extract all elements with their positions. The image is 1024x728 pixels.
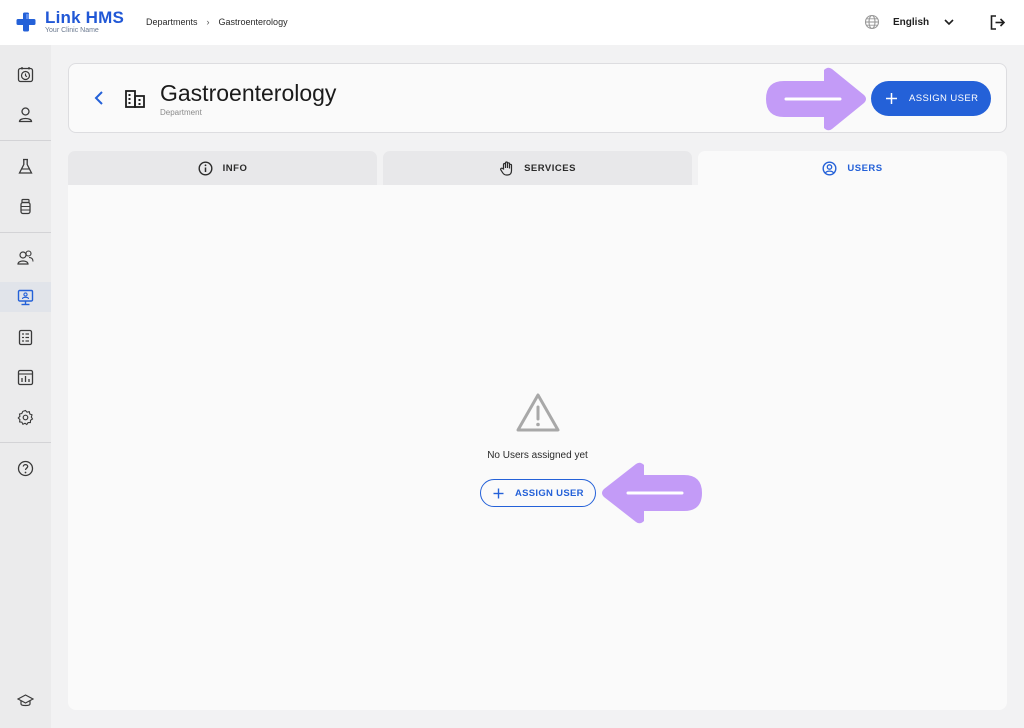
assign-user-button-label: ASSIGN USER	[909, 93, 979, 104]
users-icon	[17, 249, 34, 265]
settings-gear-icon	[17, 409, 34, 425]
sidebar-item-users[interactable]	[0, 242, 51, 272]
app-logo[interactable]: Link HMS Your Clinic Name	[16, 9, 124, 34]
sidebar-item-academy[interactable]	[0, 685, 51, 715]
assign-user-button[interactable]: ASSIGN USER	[871, 81, 991, 116]
page-subtitle: Department	[160, 108, 202, 117]
tab-services-label: SERVICES	[524, 162, 576, 174]
page-title: Gastroenterology	[160, 80, 337, 106]
building-icon	[125, 90, 145, 108]
tab-info-label: INFO	[222, 162, 248, 174]
warning-triangle-icon	[516, 393, 560, 432]
academy-cap-icon	[17, 693, 34, 706]
breadcrumb: Departments › Gastroenterology	[146, 17, 288, 27]
app-title: Link HMS	[45, 8, 125, 27]
tab-info[interactable]: INFO	[68, 151, 377, 185]
info-icon	[198, 160, 213, 176]
users-panel: No Users assigned yet ASSIGN USER	[68, 185, 1007, 710]
sidebar-divider	[0, 232, 51, 233]
sidebar-divider	[0, 442, 51, 443]
sidebar-item-analytics[interactable]	[0, 362, 51, 392]
tab-services[interactable]: SERVICES	[383, 151, 692, 185]
app-subtitle: Your Clinic Name	[45, 27, 99, 34]
breadcrumb-separator: ›	[206, 17, 210, 27]
sidebar-item-departments[interactable]	[0, 282, 51, 312]
plus-icon	[493, 488, 504, 498]
sidebar	[0, 45, 51, 728]
tab-users[interactable]: USERS	[698, 151, 1007, 185]
annotation-arrow-right-icon	[766, 67, 866, 131]
user-circle-icon	[822, 160, 837, 176]
globe-icon	[864, 14, 880, 30]
sidebar-item-reports[interactable]	[0, 322, 51, 352]
patient-icon	[18, 106, 33, 122]
sidebar-divider	[0, 140, 51, 141]
sidebar-item-help[interactable]	[0, 453, 51, 483]
sidebar-item-patients[interactable]	[0, 99, 51, 129]
tab-users-label: USERS	[847, 162, 883, 174]
annotation-arrow-left-icon	[602, 462, 702, 524]
reports-document-icon	[18, 329, 33, 345]
top-bar: Link HMS Your Clinic Name Departments › …	[0, 0, 1024, 45]
sidebar-item-pharmacy[interactable]	[0, 191, 51, 221]
help-icon	[17, 460, 34, 476]
lab-flask-icon	[18, 158, 33, 174]
pharmacy-bottle-icon	[20, 198, 31, 214]
logout-icon[interactable]	[989, 14, 1006, 31]
language-label: English	[893, 16, 930, 28]
appointments-clock-icon	[17, 66, 34, 82]
chevron-down-icon	[944, 19, 954, 26]
breadcrumb-current: Gastroenterology	[218, 17, 288, 27]
departments-monitor-icon	[17, 289, 34, 305]
hand-icon	[500, 160, 513, 176]
back-chevron-icon[interactable]	[91, 89, 107, 107]
analytics-chart-icon	[17, 369, 34, 385]
empty-state-message: No Users assigned yet	[487, 450, 588, 461]
plus-icon	[886, 93, 897, 104]
breadcrumb-departments[interactable]: Departments	[146, 17, 198, 27]
language-selector[interactable]: English	[864, 14, 955, 30]
assign-user-button-empty[interactable]: ASSIGN USER	[480, 479, 596, 507]
logo-cross-icon	[16, 12, 36, 32]
sidebar-item-lab[interactable]	[0, 151, 51, 181]
assign-user-button-empty-label: ASSIGN USER	[515, 487, 584, 499]
sidebar-item-appointments[interactable]	[0, 59, 51, 89]
sidebar-item-settings[interactable]	[0, 402, 51, 432]
